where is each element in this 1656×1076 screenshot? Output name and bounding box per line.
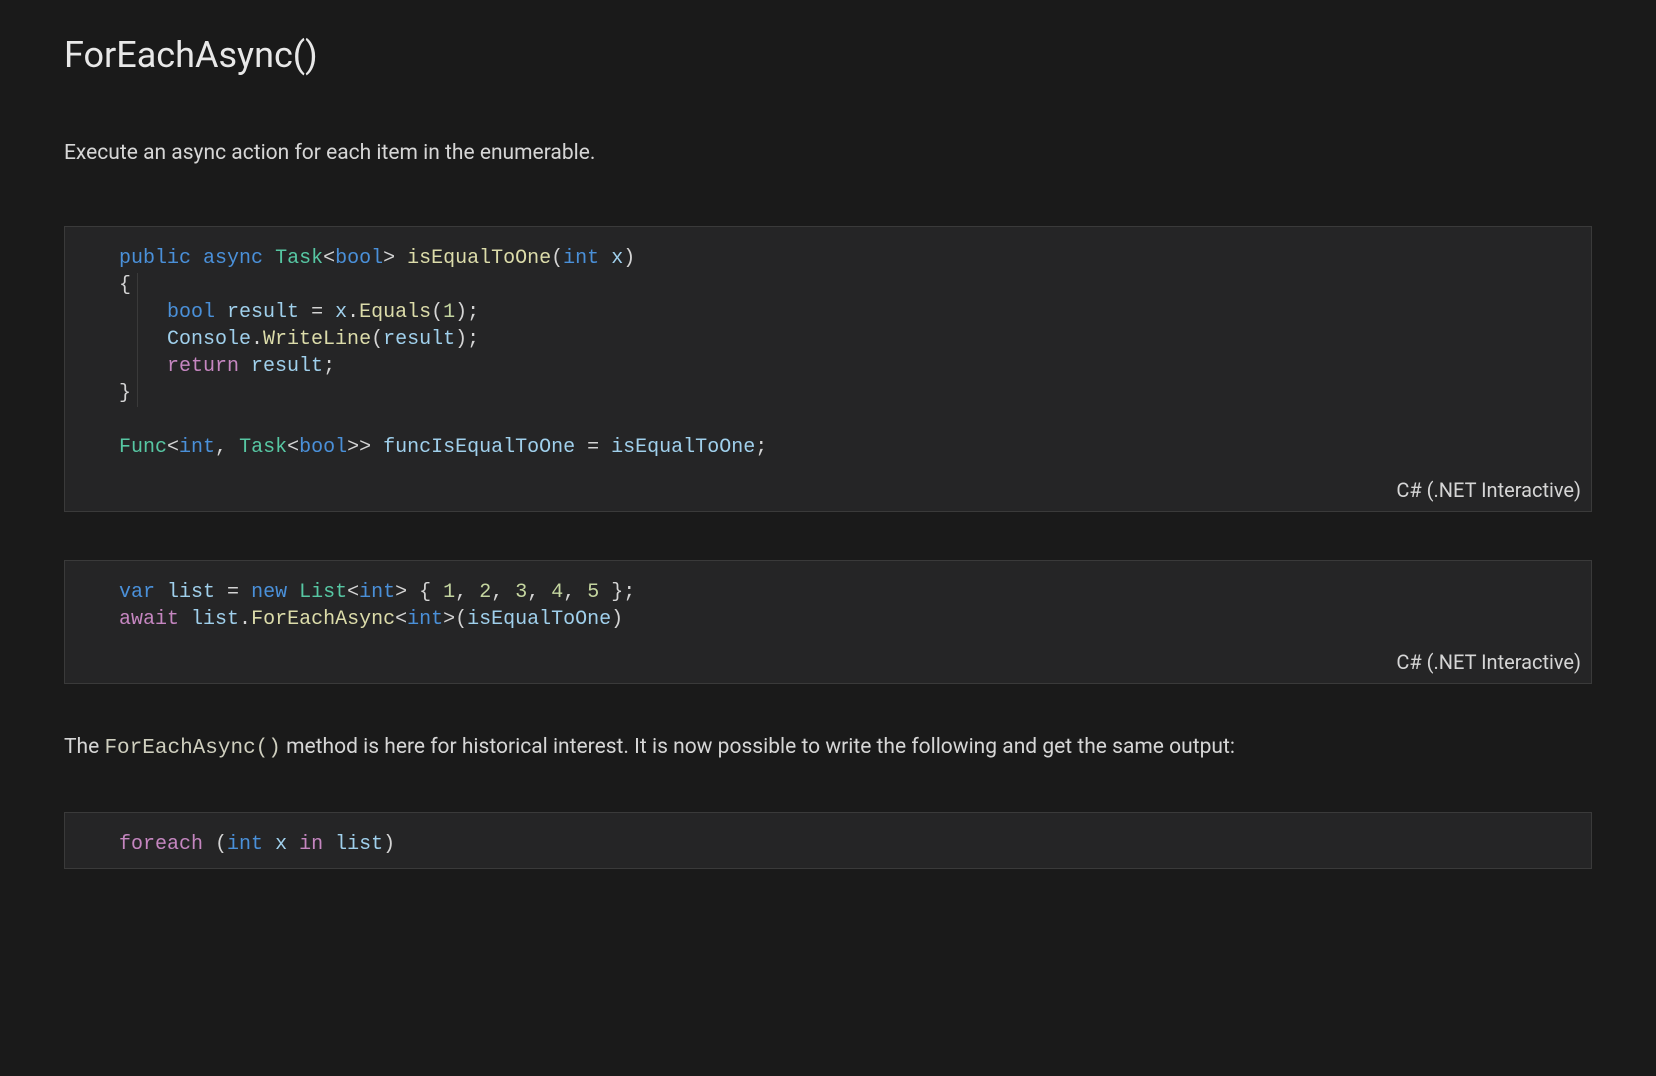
code-block: var list = new List<int> { 1, 2, 3, 4, 5… xyxy=(65,561,1591,643)
code-block: foreach (int x in list) xyxy=(65,813,1591,868)
code-cell-3: foreach (int x in list) xyxy=(64,812,1592,869)
indent-guide xyxy=(137,273,138,407)
language-label: C# (.NET Interactive) xyxy=(65,471,1591,511)
note-paragraph: The ForEachAsync() method is here for hi… xyxy=(64,732,1592,765)
language-label: C# (.NET Interactive) xyxy=(65,643,1591,683)
inline-code: ForEachAsync() xyxy=(104,737,280,760)
document-page: ForEachAsync() Execute an async action f… xyxy=(0,0,1656,1076)
intro-paragraph: Execute an async action for each item in… xyxy=(64,138,1592,170)
note-text-before: The xyxy=(64,735,104,759)
code-block: public async Task<bool> isEqualToOne(int… xyxy=(65,227,1591,471)
code-cell-1: public async Task<bool> isEqualToOne(int… xyxy=(64,226,1592,512)
code-cell-2: var list = new List<int> { 1, 2, 3, 4, 5… xyxy=(64,560,1592,684)
note-text-after: method is here for historical interest. … xyxy=(281,735,1235,759)
page-heading: ForEachAsync() xyxy=(64,28,1592,82)
